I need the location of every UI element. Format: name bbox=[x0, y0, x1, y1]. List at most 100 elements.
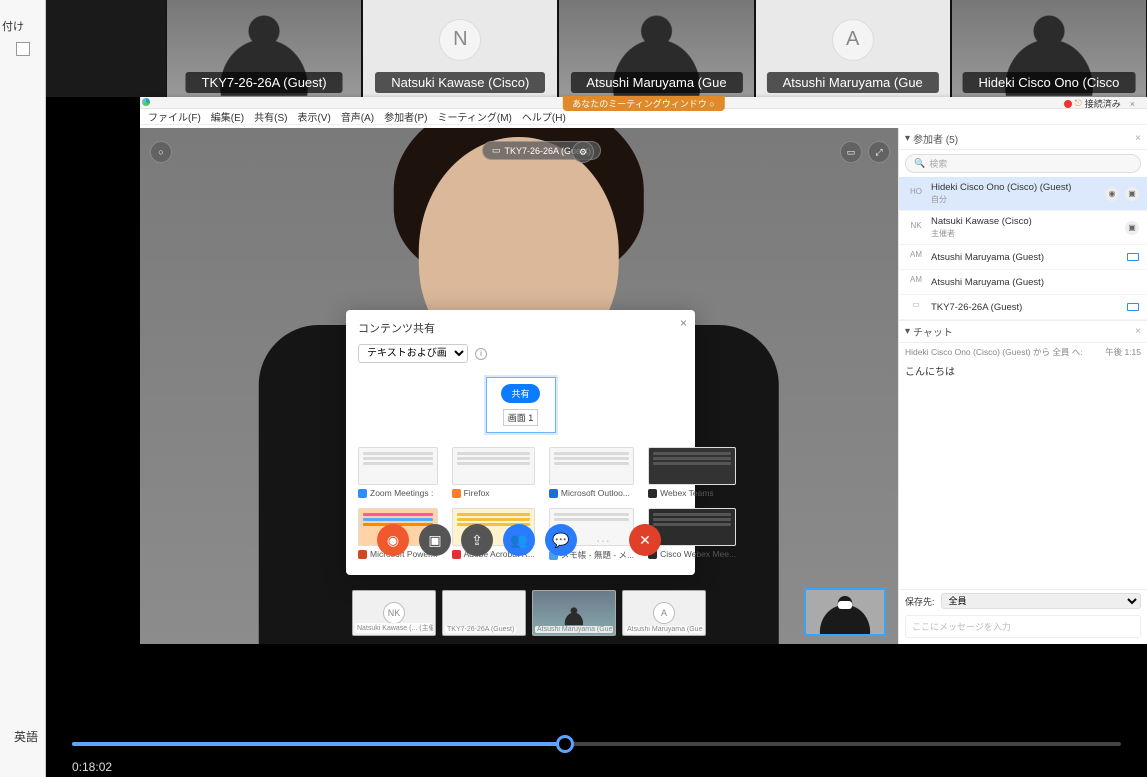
participant-row-host[interactable]: NK Natsuki Kawase (Cisco)主催者 ▣ bbox=[899, 211, 1147, 245]
chat-title: チャット bbox=[913, 324, 953, 339]
menu-bar: ファイル(F) 編集(E) 共有(S) 表示(V) 音声(A) 参加者(P) ミ… bbox=[140, 109, 1147, 125]
close-icon[interactable]: × bbox=[1130, 99, 1135, 109]
menu-view[interactable]: 表示(V) bbox=[297, 109, 330, 124]
chat-target-row: 保存先: 全員 bbox=[899, 590, 1147, 612]
app-thumb-outlook[interactable]: Microsoft Outloo... bbox=[549, 447, 634, 498]
seek-bar[interactable] bbox=[72, 742, 1121, 746]
row-name: Atsushi Maruyama (Guest) bbox=[931, 252, 1121, 263]
video-stage: ○ ▭ TKY7-26-26A (Guest) ⚙ ▭ ⤢ コンテンツ共有 × … bbox=[140, 128, 898, 644]
outer-top-text: 付け bbox=[2, 18, 24, 34]
close-icon[interactable]: × bbox=[1135, 326, 1141, 337]
leave-button[interactable]: ✕ bbox=[629, 524, 661, 556]
stage-settings-pill[interactable]: ⚙ bbox=[572, 141, 594, 163]
close-icon[interactable]: × bbox=[1135, 133, 1141, 144]
participant-row[interactable]: ▭ TKY7-26-26A (Guest) bbox=[899, 295, 1147, 320]
gallery-label: Hideki Cisco Ono (Cisco bbox=[962, 72, 1135, 93]
menu-audio[interactable]: 音声(A) bbox=[341, 109, 374, 124]
stage-fullscreen-pill[interactable]: ⤢ bbox=[868, 141, 890, 163]
gallery-pad bbox=[46, 0, 166, 97]
participants-list: HO Hideki Cisco Ono (Cisco) (Guest)自分 ◉ … bbox=[899, 177, 1147, 320]
seek-knob[interactable] bbox=[556, 735, 574, 753]
row-name: Atsushi Maruyama (Guest) bbox=[931, 277, 1139, 288]
elapsed-time: 0:18:02 bbox=[72, 760, 112, 774]
participant-row-self[interactable]: HO Hideki Cisco Ono (Cisco) (Guest)自分 ◉ … bbox=[899, 177, 1147, 211]
row-sub: 主催者 bbox=[931, 228, 1119, 239]
menu-participants[interactable]: 参加者(P) bbox=[384, 109, 427, 124]
gallery-tile-4[interactable]: A Atsushi Maruyama (Gue bbox=[756, 0, 950, 97]
participants-button[interactable]: 👥 bbox=[503, 524, 535, 556]
chat-save-label: 保存先: bbox=[905, 595, 935, 608]
row-sub: 自分 bbox=[931, 194, 1099, 205]
stage-layout-pill[interactable]: ▭ bbox=[840, 141, 862, 163]
person-silhouette bbox=[560, 606, 589, 625]
gallery-tile-1[interactable]: TKY7-26-26A (Guest) bbox=[167, 0, 361, 97]
video-player: 0:18:02 bbox=[46, 644, 1147, 777]
chat-input[interactable]: ここにメッセージを入力 bbox=[905, 615, 1141, 638]
stage-record-pill[interactable]: ○ bbox=[150, 141, 172, 163]
more-button[interactable]: ··· bbox=[587, 524, 619, 556]
app-thumb-webexteams[interactable]: Webex Teams bbox=[648, 447, 736, 498]
mini-tag: TKY7-26-26A (Guest) bbox=[445, 626, 516, 633]
app-icon bbox=[142, 98, 150, 106]
gallery-label: Atsushi Maruyama (Gue bbox=[570, 72, 742, 93]
self-view[interactable] bbox=[804, 588, 886, 636]
avatar-letter: A bbox=[832, 19, 874, 61]
participants-title: 参加者 (5) bbox=[913, 131, 958, 146]
app-thumb-firefox[interactable]: Firefox bbox=[452, 447, 535, 498]
optimize-dropdown[interactable]: テキストおよび画像で最適化 bbox=[358, 344, 468, 363]
gallery-label: Atsushi Maruyama (Gue bbox=[767, 72, 939, 93]
video-icon[interactable]: ▣ bbox=[1125, 221, 1139, 235]
video-button[interactable]: ▣ bbox=[419, 524, 451, 556]
person-silhouette bbox=[806, 590, 884, 634]
participant-row[interactable]: AM Atsushi Maruyama (Guest) bbox=[899, 245, 1147, 270]
screen-1-thumb[interactable]: 共有 画面 1 bbox=[486, 377, 556, 433]
close-icon[interactable]: × bbox=[680, 316, 687, 330]
menu-help[interactable]: ヘルプ(H) bbox=[522, 109, 566, 124]
mini-tag: Atsushi Maruyama (Guest) bbox=[625, 626, 703, 633]
connection-status: ⎋ 接続済み × bbox=[1064, 97, 1135, 110]
row-name: TKY7-26-26A (Guest) bbox=[931, 302, 1121, 313]
meeting-controls: ◉ ▣ ⇪ 👥 💬 ··· ✕ bbox=[371, 518, 667, 562]
mini-thumb-3[interactable]: Atsushi Maruyama (Guest) bbox=[532, 590, 616, 636]
chat-panel: ▾チャット × Hideki Cisco Ono (Cisco) (Guest)… bbox=[899, 320, 1147, 644]
chat-button[interactable]: 💬 bbox=[545, 524, 577, 556]
mini-thumb-2[interactable]: TKY7-26-26A (Guest) bbox=[442, 590, 526, 636]
chat-target-select[interactable]: 全員 bbox=[941, 593, 1141, 609]
gallery-tile-2[interactable]: N Natsuki Kawase (Cisco) bbox=[363, 0, 557, 97]
chat-time: 午後 1:15 bbox=[1105, 346, 1141, 358]
chat-header[interactable]: ▾チャット × bbox=[899, 321, 1147, 343]
menu-share[interactable]: 共有(S) bbox=[254, 109, 287, 124]
gallery-tile-5[interactable]: Hideki Cisco Ono (Cisco bbox=[952, 0, 1146, 97]
outer-app-sidebar: 付け 英語 bbox=[0, 0, 46, 777]
dialog-title: コンテンツ共有 bbox=[358, 320, 683, 336]
menu-edit[interactable]: 編集(E) bbox=[211, 109, 244, 124]
share-button[interactable]: 共有 bbox=[501, 384, 539, 403]
chat-message: こんにちは bbox=[899, 361, 1147, 380]
mask-shape bbox=[838, 601, 852, 609]
participant-row[interactable]: AM Atsushi Maruyama (Guest) bbox=[899, 270, 1147, 295]
avatar-letter: N bbox=[439, 19, 481, 61]
device-icon: ▭ bbox=[907, 300, 925, 314]
share-button[interactable]: ⇪ bbox=[461, 524, 493, 556]
mute-button[interactable]: ◉ bbox=[377, 524, 409, 556]
status-text: 接続済み bbox=[1085, 97, 1121, 110]
mini-tag: Natsuki Kawase (... (主催者) 内部 bbox=[355, 623, 433, 633]
menu-meeting[interactable]: ミーティング(M) bbox=[438, 109, 512, 124]
app-thumb-zoom[interactable]: Zoom Meetings : bbox=[358, 447, 438, 498]
row-name: Hideki Cisco Ono (Cisco) (Guest) bbox=[931, 182, 1099, 193]
mini-strip: NK Natsuki Kawase (... (主催者) 内部 TKY7-26-… bbox=[352, 590, 706, 636]
mini-thumb-4[interactable]: A Atsushi Maruyama (Guest) bbox=[622, 590, 706, 636]
gallery-tile-3[interactable]: Atsushi Maruyama (Gue bbox=[559, 0, 753, 97]
outer-bottom-text: 英語 bbox=[14, 728, 38, 745]
row-name: Natsuki Kawase (Cisco) bbox=[931, 216, 1119, 227]
info-icon[interactable]: i bbox=[475, 348, 487, 360]
app-titlebar: あなたのミーティングウィンドウ ○ ⎋ 接続済み × bbox=[140, 97, 1147, 109]
video-icon[interactable]: ▣ bbox=[1125, 187, 1139, 201]
participants-header[interactable]: ▾参加者 (5) × bbox=[899, 128, 1147, 150]
menu-file[interactable]: ファイル(F) bbox=[148, 109, 201, 124]
avatar-initials: AM bbox=[907, 250, 925, 264]
participants-search[interactable]: 🔍 検索 bbox=[905, 154, 1141, 173]
screen-caption: 画面 1 bbox=[503, 409, 539, 426]
mini-thumb-1[interactable]: NK Natsuki Kawase (... (主催者) 内部 bbox=[352, 590, 436, 636]
mic-icon[interactable]: ◉ bbox=[1105, 187, 1119, 201]
